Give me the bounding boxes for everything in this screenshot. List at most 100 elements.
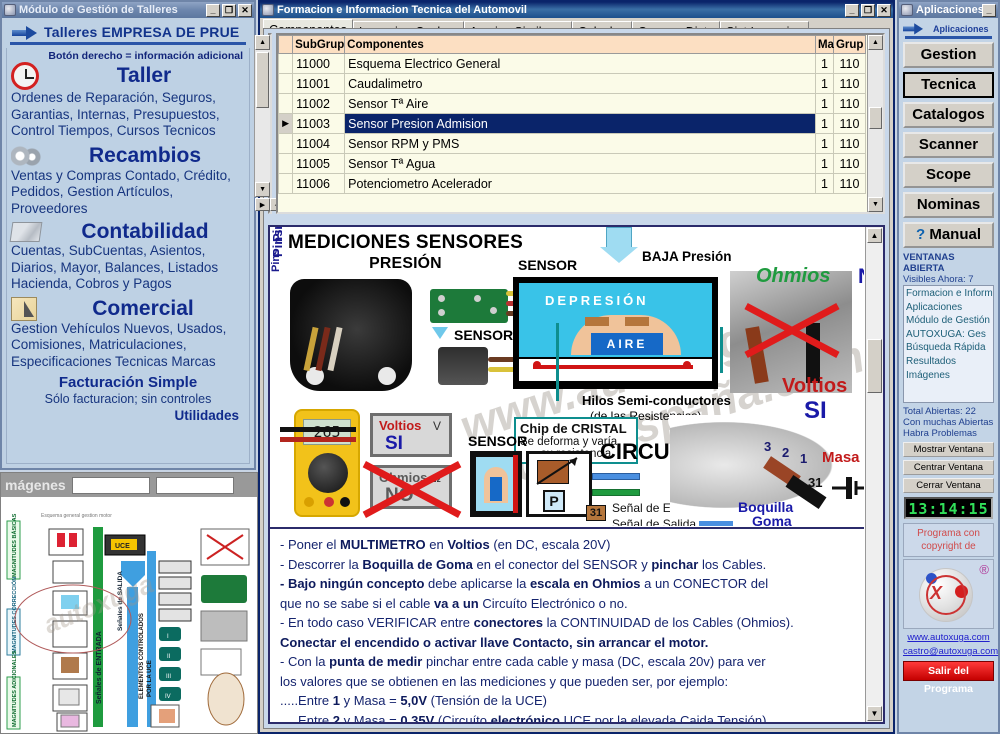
app-button-manual-label: Manual (929, 226, 982, 243)
pcb-pad (474, 295, 481, 302)
table-row[interactable]: 11005 Sensor Tª Agua 1 110 (278, 153, 866, 174)
website-link[interactable]: www.autoxuga.com (903, 632, 994, 643)
module-taller[interactable]: Taller Ordenes de Reparación, Seguros, G… (11, 62, 245, 140)
center-maximize-button[interactable]: ❐ (861, 3, 875, 17)
center-close-button[interactable]: ✕ (877, 3, 891, 17)
module-comercial[interactable]: Comercial Gestion Vehículos Nuevos, Usad… (11, 296, 245, 371)
images-window-titlebar[interactable]: mágenes (1, 473, 257, 497)
center-window-titlebar[interactable]: Formacion e Informacion Tecnica del Auto… (260, 2, 893, 18)
app-button-catalogos[interactable]: Catalogos (903, 102, 994, 128)
cell-subgrup: 11005 (292, 153, 346, 174)
cell-componente: Esquema Electrico General (344, 53, 816, 74)
list-item[interactable]: Formacion e Inform (906, 287, 993, 301)
table-row[interactable]: 11001 Caudalimetro 1 110 (278, 73, 866, 94)
viewer-content: MEDICIONES SENSORES PRESIÓN www.autoxuga… (270, 227, 864, 722)
column-header-componentes[interactable]: Componentes (344, 35, 816, 54)
utilities-link[interactable]: Utilidades (11, 408, 245, 423)
viewer-scroll-up-icon[interactable]: ▲ (867, 228, 882, 243)
list-item[interactable]: Imágenes (906, 369, 991, 383)
note-seg: pinchar entre cada cable y masa (DC, esc… (422, 654, 766, 669)
document-viewer[interactable]: MEDICIONES SENSORES PRESIÓN www.autoxuga… (268, 225, 885, 724)
tree-scroll-down-icon[interactable]: ▼ (255, 182, 271, 197)
left-window-controls[interactable]: _ ❐ ✕ (206, 3, 252, 17)
tree-scroll-right-icon[interactable]: ▶ (255, 198, 270, 211)
row-handle-current[interactable]: ▶ (278, 113, 294, 134)
technical-info-window[interactable]: Formacion e Informacion Tecnica del Auto… (254, 0, 895, 734)
app-button-nominas[interactable]: Nominas (903, 192, 994, 218)
images-toolbar-field-2[interactable] (155, 476, 234, 494)
components-grid-table[interactable]: SubGrup Componentes Ma Grup 11000 Esquem… (278, 35, 866, 194)
module-contabilidad[interactable]: Contabilidad Cuentas, SubCuentas, Asient… (9, 221, 245, 293)
components-grid[interactable]: SubGrup Componentes Ma Grup 11000 Esquem… (276, 33, 885, 214)
right-minimize-button[interactable]: _ (982, 3, 996, 17)
images-window[interactable]: mágenes MAGNITUDES BÁSICAS MAGNITUDES CO… (0, 472, 258, 734)
row-handle[interactable] (278, 133, 294, 154)
note-seg: debe aplicarse la (424, 576, 530, 591)
workshop-management-window[interactable]: Módulo de Gestión de Talleres _ ❐ ✕ Tall… (0, 0, 256, 470)
components-tree-items[interactable]: Culata Distribucion Lubricacion Refriger… (270, 35, 276, 196)
close-button[interactable]: ✕ (238, 3, 252, 17)
tree-scroll-thumb[interactable] (256, 52, 270, 108)
list-item[interactable]: Aplicaciones (906, 301, 991, 315)
table-row[interactable]: 11006 Potenciometro Acelerador 1 110 (278, 173, 866, 194)
row-handle[interactable] (278, 73, 294, 94)
images-toolbar-field-1[interactable] (71, 476, 150, 494)
right-window-controls[interactable]: _ (982, 3, 996, 17)
list-item[interactable]: Resultados (906, 355, 991, 369)
left-window-titlebar[interactable]: Módulo de Gestión de Talleres _ ❐ ✕ (2, 2, 254, 18)
show-window-button[interactable]: Mostrar Ventana (903, 442, 994, 457)
minimize-button[interactable]: _ (206, 3, 220, 17)
right-window-title: Aplicaciones (916, 4, 982, 16)
column-header-grup[interactable]: Grup (832, 35, 866, 54)
grid-vertical-scrollbar[interactable]: ▲ ▼ (866, 35, 883, 212)
list-item[interactable]: Módulo de Gestión (906, 314, 991, 328)
components-tree[interactable]: Culata Distribucion Lubricacion Refriger… (254, 33, 424, 214)
tree-scroll-up-icon[interactable]: ▲ (255, 35, 271, 50)
column-header-subgrup[interactable]: SubGrup (292, 35, 346, 54)
center-minimize-button[interactable]: _ (845, 3, 859, 17)
signal-line-blue (592, 473, 640, 480)
row-handle[interactable] (278, 53, 294, 74)
row-handle[interactable] (278, 153, 294, 174)
close-window-button[interactable]: Cerrar Ventana (903, 478, 994, 493)
row-handle[interactable] (278, 173, 294, 194)
module-comercial-head: Comercial (11, 296, 245, 321)
viewer-scroll-thumb[interactable] (867, 339, 882, 393)
table-row[interactable]: 11002 Sensor Tª Aire 1 110 (278, 93, 866, 114)
table-row[interactable]: 11000 Esquema Electrico General 1 110 (278, 53, 866, 74)
exit-program-button[interactable]: Salir del Programa (903, 661, 994, 695)
grid-scroll-up-icon[interactable]: ▲ (867, 35, 883, 50)
table-row[interactable]: 11004 Sensor RPM y PMS 1 110 (278, 133, 866, 154)
center-window-controls[interactable]: _ ❐ ✕ (845, 3, 891, 17)
applications-window[interactable]: Aplicaciones _ Aplicaciones Gestion Tecn… (897, 0, 1000, 734)
center-window-button[interactable]: Centrar Ventana (903, 460, 994, 475)
grid-scroll-down-icon[interactable]: ▼ (867, 197, 883, 212)
row-handle[interactable] (278, 93, 294, 114)
viewer-scroll-down-icon[interactable]: ▼ (867, 706, 882, 721)
viewer-vertical-scrollbar[interactable]: ▲ ▼ (865, 227, 883, 722)
grid-scroll-thumb[interactable] (868, 107, 882, 129)
cell-ma: 1 (814, 153, 834, 174)
right-window-titlebar[interactable]: Aplicaciones _ (899, 2, 998, 18)
module-recambios[interactable]: Recambios Ventas y Compras Contado, Créd… (11, 143, 245, 218)
table-row-selected[interactable]: ▶ 11003 Sensor Presion Admision 1 110 (278, 113, 866, 134)
open-windows-list[interactable]: Formacion e Inform Aplicaciones Módulo d… (903, 285, 994, 403)
maximize-button[interactable]: ❐ (222, 3, 236, 17)
list-item[interactable]: AUTOXUGA: Ges (906, 328, 991, 342)
svg-text:ELEMENTOS CONTROLADOS: ELEMENTOS CONTROLADOS (139, 613, 145, 699)
sensor-label-a: SENSOR (518, 257, 578, 273)
app-button-tecnica[interactable]: Tecnica (903, 72, 994, 98)
app-button-manual[interactable]: ? Manual (903, 222, 994, 248)
app-button-gestion[interactable]: Gestion (903, 42, 994, 68)
trace-node-right (683, 361, 691, 369)
column-header-ma[interactable]: Ma (814, 35, 834, 54)
note-seg: en el conector del SENSOR y (472, 556, 652, 572)
chip-title: Chip de CRISTAL (520, 421, 627, 436)
copyright-box: Programa con copyright de (903, 523, 994, 557)
tree-vertical-scrollbar[interactable]: ▲ ▼ (254, 35, 271, 197)
list-item[interactable]: Búsqueda Rápida (906, 341, 991, 355)
app-button-scanner[interactable]: Scanner (903, 132, 994, 158)
simple-billing-title[interactable]: Facturación Simple (11, 374, 245, 392)
app-button-scope[interactable]: Scope (903, 162, 994, 188)
email-link[interactable]: castro@autoxuga.com (903, 646, 998, 657)
